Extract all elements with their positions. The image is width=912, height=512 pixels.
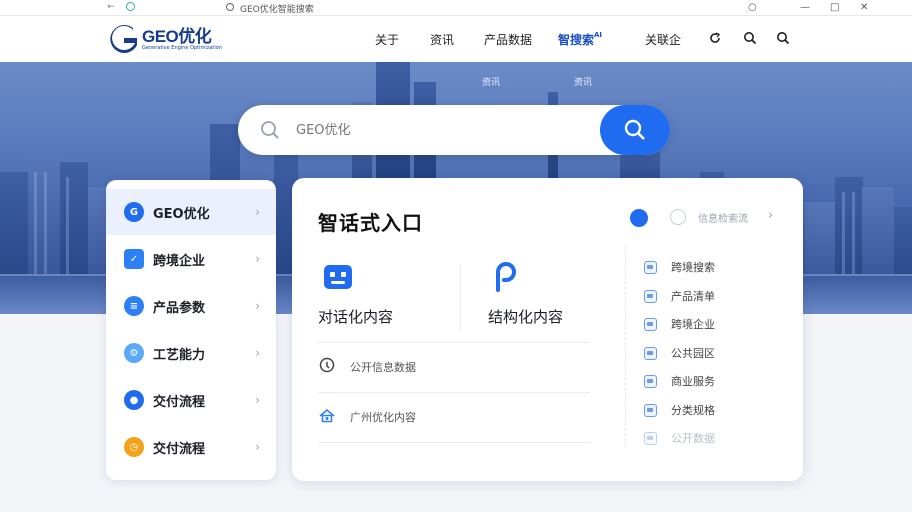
list-row-guangzhou[interactable]: 广州优化内容 xyxy=(318,392,590,442)
sidebar-item-label: 交付流程 xyxy=(153,394,206,410)
list-item[interactable]: 公共园区 xyxy=(644,344,715,362)
logo[interactable]: GEO优化 Generative Engine Optimization xyxy=(106,24,222,54)
chart-icon: ✓ xyxy=(124,249,144,269)
logo-g-icon xyxy=(106,24,140,54)
sidebar-item-label: 工艺能力 xyxy=(153,347,206,363)
nav-news[interactable]: 资讯 xyxy=(430,31,454,48)
logo-text: GEO优化 xyxy=(142,26,212,46)
tag-icon xyxy=(644,403,657,417)
search-icon[interactable] xyxy=(743,31,757,45)
tag-icon xyxy=(644,346,657,360)
location-icon: ● xyxy=(124,390,144,410)
hero-label-right: 资讯 xyxy=(574,78,593,88)
chevron-right-icon: › xyxy=(255,299,260,313)
chevron-right-icon[interactable]: › xyxy=(768,208,773,223)
site-header: GEO优化 Generative Engine Optimization 关于 … xyxy=(0,16,912,62)
location-pin-icon xyxy=(319,357,335,373)
nav-product-data[interactable]: 产品数据 xyxy=(484,31,532,48)
home-icon xyxy=(319,408,335,423)
list-item[interactable]: 跨境搜索 xyxy=(644,258,715,276)
reload-icon[interactable] xyxy=(126,2,135,11)
tag-icon xyxy=(644,289,657,303)
address-search-icon xyxy=(226,3,234,11)
list-item[interactable]: 分类规格 xyxy=(644,401,715,419)
category-list: 跨境搜索 产品清单 跨境企业 公共园区 商业服务 分类规格 公开数据 xyxy=(625,246,775,446)
chevron-right-icon: › xyxy=(255,252,260,266)
nav-smart-search-label: 智搜索 xyxy=(558,33,595,47)
list-row-public-info[interactable]: 公开信息数据 xyxy=(318,342,590,392)
feature-conversational[interactable]: 对话化内容 xyxy=(318,306,393,327)
chevron-right-icon: › xyxy=(255,440,260,454)
chat-bot-icon[interactable] xyxy=(322,262,354,294)
chevron-right-icon: › xyxy=(255,393,260,407)
chevron-right-icon: › xyxy=(255,346,260,360)
search-bar xyxy=(238,105,670,155)
list-item[interactable]: 商业服务 xyxy=(644,372,715,390)
search-field-icon xyxy=(261,121,279,139)
g-logo-icon: G xyxy=(124,202,144,222)
row-label: 广州优化内容 xyxy=(350,411,416,424)
sidebar-item-cross-border[interactable]: ✓ 跨境企业 › xyxy=(106,236,276,282)
close-icon[interactable]: ✕ xyxy=(860,2,868,13)
conversational-entry-card: 智话式入口 信息检索流 › 对话化内容 结构化内容 公开信息数据 广州优化内容 xyxy=(292,178,803,481)
sidebar-item-label: 产品参数 xyxy=(153,300,206,316)
card-title: 智话式入口 xyxy=(318,211,423,235)
active-dot-icon[interactable] xyxy=(630,209,648,227)
sidebar-item-geo[interactable]: G GEO优化 › xyxy=(106,189,276,235)
search-button-icon xyxy=(624,119,645,140)
circle-icon[interactable]: ○ xyxy=(748,2,757,13)
gear-icon: ⚙ xyxy=(124,343,144,363)
sidebar-item-label: 跨境企业 xyxy=(153,253,206,269)
sidebar-item-delivery[interactable]: ● 交付流程 › xyxy=(106,377,276,423)
list-item[interactable]: 公开数据 xyxy=(644,429,715,447)
hero-label-left: 资讯 xyxy=(482,78,501,88)
tag-icon xyxy=(644,317,657,331)
category-sidebar: G GEO优化 › ✓ 跨境企业 › ≡ 产品参数 › ⚙ 工艺能力 › ● 交… xyxy=(106,180,276,480)
minimize-icon[interactable]: — xyxy=(800,2,810,13)
clock-icon: ◷ xyxy=(124,437,144,457)
row-label: 公开信息数据 xyxy=(350,361,416,374)
nav-about[interactable]: 关于 xyxy=(375,31,399,48)
search-button[interactable] xyxy=(600,105,670,155)
maximize-icon[interactable]: □ xyxy=(830,2,839,13)
back-arrow-icon[interactable]: ← xyxy=(106,2,116,12)
list-item[interactable]: 跨境企业 xyxy=(644,315,715,333)
address-bar-text[interactable]: GEO优化智能搜索 xyxy=(240,2,314,15)
tag-icon xyxy=(644,431,657,445)
document-icon: ≡ xyxy=(124,296,144,316)
nav-related[interactable]: 关联企 xyxy=(645,31,681,48)
sidebar-item-product-params[interactable]: ≡ 产品参数 › xyxy=(106,283,276,329)
feature-structured[interactable]: 结构化内容 xyxy=(488,306,563,327)
inactive-dot-icon[interactable] xyxy=(670,209,686,225)
sidebar-item-label: GEO优化 xyxy=(153,206,210,222)
sidebar-item-label: 交付流程 xyxy=(153,441,206,457)
tag-icon xyxy=(644,374,657,388)
search-input[interactable] xyxy=(296,119,576,141)
list-item[interactable]: 产品清单 xyxy=(644,287,715,305)
nav-smart-search[interactable]: 智搜索AI xyxy=(558,31,602,48)
structure-icon[interactable] xyxy=(492,262,524,294)
nav-ai-badge: AI xyxy=(594,31,603,39)
tag-icon xyxy=(644,260,657,274)
browser-toolbar: ← GEO优化智能搜索 ○ — □ ✕ xyxy=(0,0,912,16)
row-divider xyxy=(318,442,590,443)
refresh-icon[interactable] xyxy=(708,31,722,45)
sidebar-item-process[interactable]: ⚙ 工艺能力 › xyxy=(106,330,276,376)
search-icon-secondary[interactable] xyxy=(776,31,790,45)
sidebar-item-delivery-2[interactable]: ◷ 交付流程 › xyxy=(106,424,276,470)
info-flow-link[interactable]: 信息检索流 xyxy=(698,210,748,225)
logo-subtext: Generative Engine Optimization xyxy=(142,44,222,51)
feature-divider xyxy=(460,264,461,330)
chevron-right-icon: › xyxy=(255,205,260,219)
